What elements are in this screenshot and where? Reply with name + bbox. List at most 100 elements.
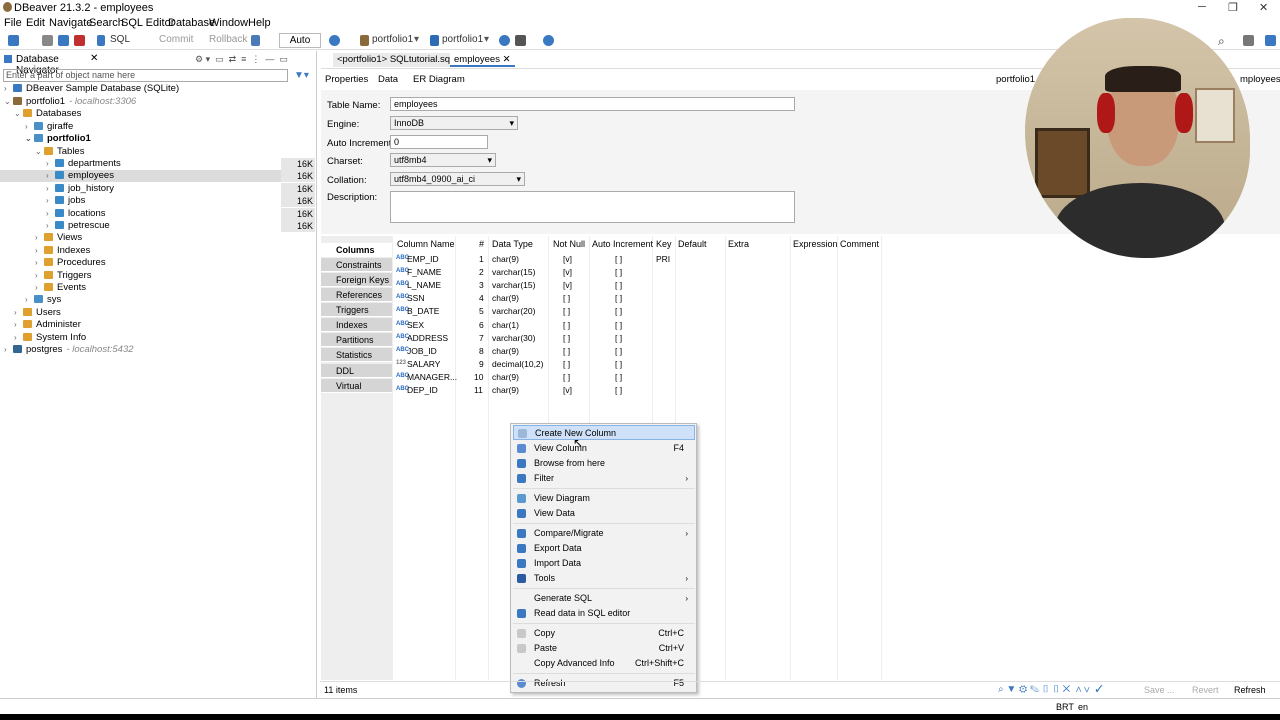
column-type-cell[interactable]: varchar(15) [492,267,535,277]
column-type-cell[interactable]: char(9) [492,372,519,382]
column-type-cell[interactable]: decimal(10,2) [492,359,544,369]
column-number-cell[interactable]: 10 [474,372,483,382]
column-auto-increment-cell[interactable]: [ ] [615,385,622,395]
vtab-partitions[interactable]: Partitions [321,333,392,347]
vtab-statistics[interactable]: Statistics [321,348,392,362]
grid-icon[interactable] [515,35,526,46]
tree-item-triggers[interactable]: › Triggers [35,270,92,282]
auto-increment-input[interactable]: 0 [390,135,488,149]
navigator-filter-input[interactable]: Enter a part of object name here [3,69,288,82]
column-not-null-cell[interactable]: [ ] [563,372,570,382]
column-name-cell[interactable]: EMP_ID [407,254,439,264]
description-textarea[interactable] [390,191,795,223]
tree-item-databases[interactable]: ⌄ Databases [14,108,81,120]
col-header-data-type[interactable]: Data Type [492,239,533,249]
menu-search[interactable]: Search [89,17,124,29]
menu-item-paste[interactable]: Paste Ctrl+V [513,641,695,656]
commit-button[interactable]: Commit [159,34,193,45]
tree-item-portfolio-db[interactable]: ⌄ portfolio1 [25,133,91,145]
vtab-virtual[interactable]: Virtual [321,379,392,393]
column-key-cell[interactable]: PRI [656,254,670,264]
column-not-null-cell[interactable]: [v] [563,280,572,290]
close-icon[interactable]: ✕ [1259,1,1268,14]
minimize-icon[interactable]: ─ [1198,1,1206,13]
col-header-name[interactable]: Column Name [397,239,455,249]
column-not-null-cell[interactable]: [v] [563,254,572,264]
column-number-cell[interactable]: 1 [479,254,484,264]
vtab-constraints[interactable]: Constraints [321,258,392,272]
column-number-cell[interactable]: 3 [479,280,484,290]
menu-edit[interactable]: Edit [26,17,45,29]
auto-commit-mode[interactable]: Auto [279,33,321,48]
column-type-cell[interactable]: varchar(15) [492,280,535,290]
column-not-null-cell[interactable]: [ ] [563,306,570,316]
transaction-mode-icon[interactable] [251,35,260,46]
menu-item-browse-from-here[interactable]: Browse from here [513,456,695,471]
disconnect-icon[interactable] [74,35,85,46]
tree-item-table[interactable]: › job_history [46,183,114,195]
column-not-null-cell[interactable]: [v] [563,385,572,395]
column-auto-increment-cell[interactable]: [ ] [615,293,622,303]
subtab-data[interactable]: Data [378,72,398,88]
col-header-extra[interactable]: Extra [728,239,749,249]
column-number-cell[interactable]: 2 [479,267,484,277]
column-not-null-cell[interactable]: [ ] [563,346,570,356]
tree-item-table[interactable]: › jobs [46,195,85,207]
vtab-ddl[interactable]: DDL [321,364,392,378]
column-number-cell[interactable]: 4 [479,293,484,303]
rollback-button[interactable]: Rollback [209,34,247,45]
column-name-cell[interactable]: SSN [407,293,424,303]
tree-item-indexes[interactable]: › Indexes [35,245,90,257]
col-header-key[interactable]: Key [656,239,672,249]
tree-item-table-selected[interactable]: › employees [0,170,281,182]
sql-editor-icon[interactable] [97,35,105,46]
menu-item-view-diagram[interactable]: View Diagram [513,491,695,506]
column-auto-increment-cell[interactable]: [ ] [615,267,622,277]
tree-item-events[interactable]: › Events [35,282,86,294]
column-type-cell[interactable]: char(1) [492,320,519,330]
sql-button[interactable]: SQL [110,34,130,45]
connect-icon[interactable] [42,35,53,46]
menu-navigate[interactable]: Navigate [49,17,92,29]
column-type-cell[interactable]: char(9) [492,254,519,264]
tree-item-table[interactable]: › petrescue [46,220,110,232]
column-number-cell[interactable]: 11 [474,385,483,395]
menu-item-copy-advanced-info[interactable]: Copy Advanced Info Ctrl+Shift+C [513,656,695,671]
column-auto-increment-cell[interactable]: [ ] [615,280,622,290]
menu-item-create-new-column[interactable]: Create New Column [513,425,695,440]
column-name-cell[interactable]: DEP_ID [407,385,438,395]
active-schema-selector[interactable]: portfolio1 [442,34,483,45]
column-name-cell[interactable]: ADDRESS [407,333,448,343]
column-auto-increment-cell[interactable]: [ ] [615,320,622,330]
database-perspective-icon[interactable] [1265,35,1276,46]
col-header-comment[interactable]: Comment [840,239,879,249]
bottom-toolbar-icons[interactable]: ⌕ ▼ ⚙ ✎ ▯ ▯ ✕ ∧ ∨ ✓ [998,684,1103,695]
vtab-foreign-keys[interactable]: Foreign Keys [321,273,392,287]
vtab-columns[interactable]: Columns [321,243,392,257]
tree-item-sample-db[interactable]: › DBeaver Sample Database (SQLite) [4,83,179,95]
collation-select[interactable]: utf8mb4_0900_ai_ci [390,172,525,186]
table-name-input[interactable]: employees [390,97,795,111]
column-type-cell[interactable]: char(9) [492,346,519,356]
column-name-cell[interactable]: F_NAME [407,267,441,277]
col-header-auto-increment[interactable]: Auto Increment [592,239,653,249]
navigator-toolbar-icons[interactable]: ⚙ ▾ ▭ ⇄ ≡ ⋮ — ▭ [195,54,288,65]
menu-file[interactable]: File [4,17,22,29]
tree-item-portfolio-connection[interactable]: ⌄ portfolio1- localhost:3306 [4,96,136,108]
refresh-button[interactable]: Refresh [1234,685,1266,695]
subtab-properties[interactable]: Properties [322,72,372,88]
menu-help[interactable]: Help [248,17,271,29]
column-number-cell[interactable]: 7 [479,333,484,343]
save-button[interactable]: Save ... [1144,685,1175,695]
tree-item-users[interactable]: › Users [14,307,61,319]
column-type-cell[interactable]: char(9) [492,385,519,395]
new-connection-icon[interactable] [8,35,19,46]
filter-icon[interactable]: ▼▾ [294,70,309,81]
tree-item-table[interactable]: › locations [46,208,106,220]
history-icon[interactable] [329,35,340,46]
column-not-null-cell[interactable]: [ ] [563,359,570,369]
col-header-expression[interactable]: Expression [793,239,838,249]
column-number-cell[interactable]: 9 [479,359,484,369]
column-number-cell[interactable]: 6 [479,320,484,330]
menu-item-import-data[interactable]: Import Data [513,556,695,571]
